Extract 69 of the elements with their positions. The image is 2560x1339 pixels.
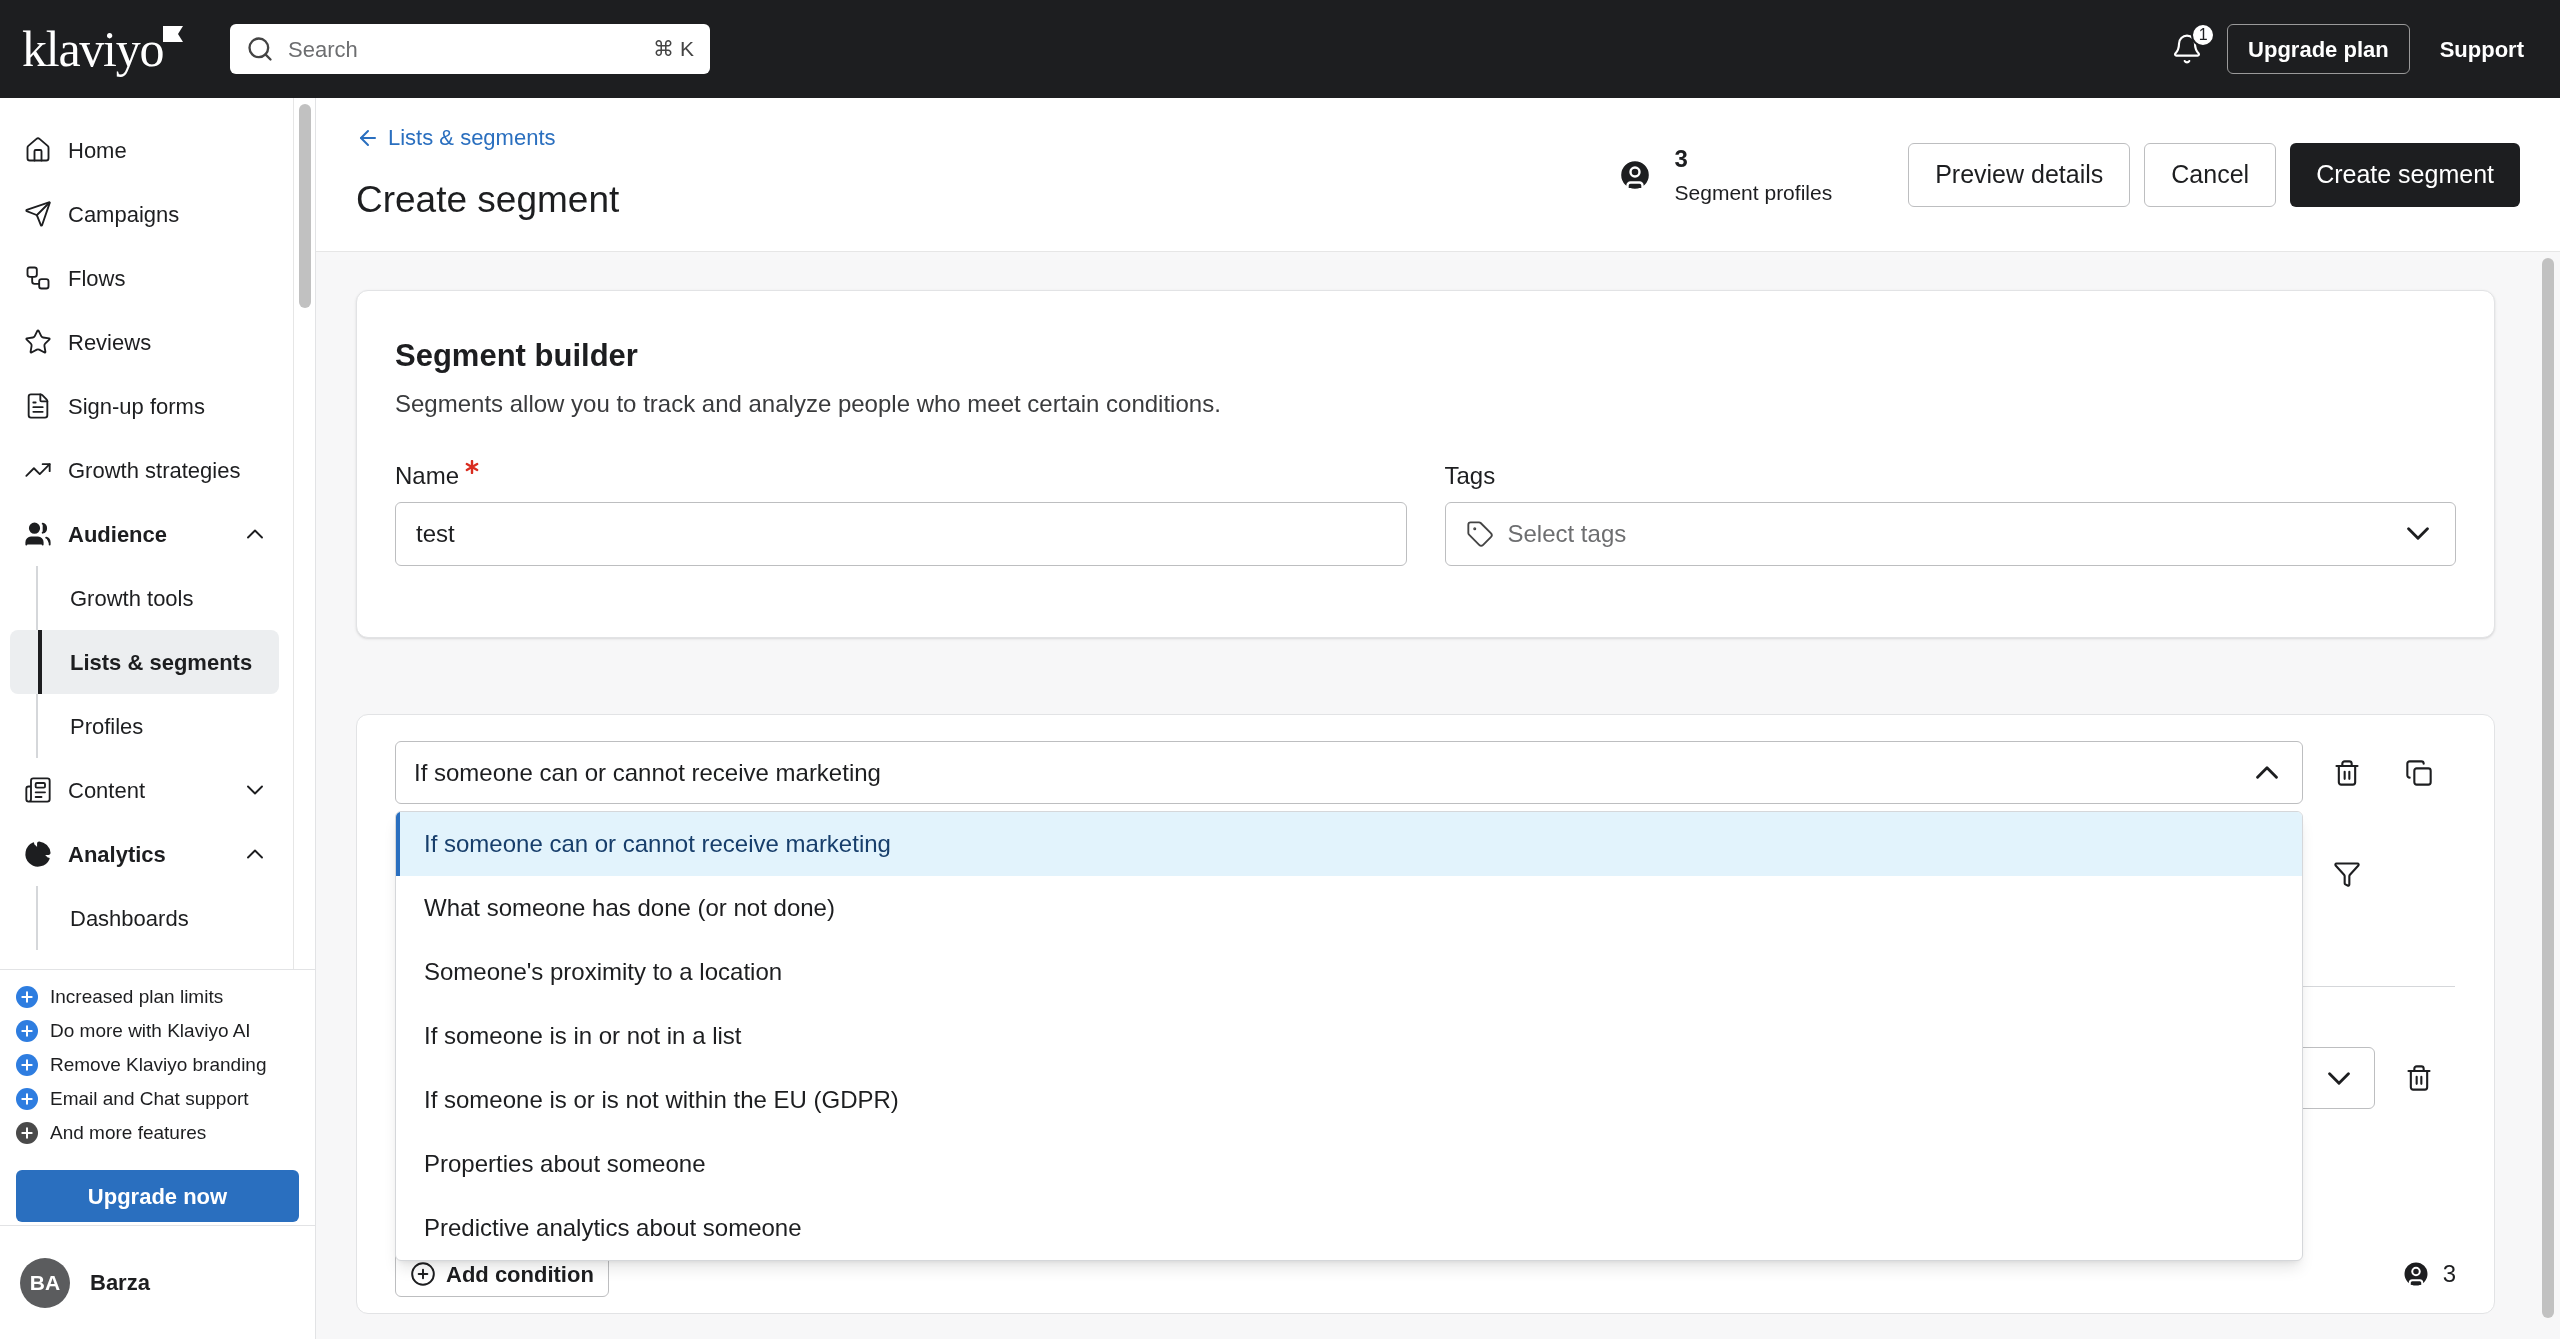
dropdown-option[interactable]: What someone has done (or not done) <box>396 876 2302 940</box>
flow-icon <box>24 264 52 292</box>
header-button[interactable]: Create segment <box>2290 142 2520 207</box>
chevron-down-icon <box>2407 527 2429 540</box>
field-label: Tags <box>1444 461 1496 489</box>
tags-input[interactable]: Select tags <box>1507 515 2393 552</box>
shortcut-hint: ⌘ K <box>653 36 694 63</box>
field-label: Name <box>395 460 460 491</box>
search-field[interactable]: Search ⌘ K <box>230 24 710 74</box>
sidebar-item[interactable]: Home <box>10 118 283 182</box>
tags-select[interactable]: Select tags <box>1444 501 2456 566</box>
sidebar-item[interactable]: Reviews <box>10 310 283 374</box>
page-title: Create segment <box>356 178 621 223</box>
profile-count: 3 <box>1674 143 1689 174</box>
header-button[interactable]: Preview details <box>1908 142 2131 207</box>
scrollbar-thumb[interactable] <box>2541 258 2554 1318</box>
dropdown-option[interactable]: Properties about someone <box>396 1132 2302 1196</box>
sidebar-item[interactable]: Flows <box>10 246 283 310</box>
feature-text: And more features <box>50 1120 207 1145</box>
search-icon <box>246 35 274 63</box>
dropdown-option[interactable]: Someone's proximity to a location <box>396 940 2302 1004</box>
pie-chart-icon <box>24 840 52 868</box>
sidebar-subitem[interactable]: Dashboards <box>10 886 279 950</box>
feature-text: Do more with Klaviyo AI <box>50 1018 251 1043</box>
condition-select[interactable]: If someone can or cannot receive marketing <box>395 741 2303 804</box>
user-name: Barza <box>90 1269 150 1297</box>
card-title: Segment builder <box>395 337 639 375</box>
star-icon <box>24 328 52 356</box>
people-icon <box>24 520 52 548</box>
dropdown-option[interactable]: If someone is in or not in a list <box>396 1004 2302 1068</box>
delete-icon[interactable] <box>2405 1064 2433 1092</box>
back-link[interactable]: Lists & segments <box>356 121 1617 155</box>
search-input[interactable]: Search <box>288 32 640 66</box>
chevron-up-icon <box>2256 766 2278 779</box>
flag-icon <box>163 26 184 42</box>
support-link[interactable]: Support <box>2439 32 2524 66</box>
sidebar-subitem[interactable]: Growth tools <box>10 566 279 630</box>
scrollbar-thumb[interactable] <box>298 104 311 308</box>
card-description: Segments allow you to track and analyze people who meet certain conditions. <box>395 388 1222 419</box>
profile-label: Segment profiles <box>1674 179 1833 206</box>
chevron-down-icon <box>2328 1071 2350 1085</box>
sidebar-item[interactable]: Content <box>10 758 283 822</box>
send-icon <box>24 200 52 228</box>
user-avatar[interactable]: BA <box>20 1257 70 1308</box>
dropdown-option[interactable]: If someone can or cannot receive marketing <box>396 812 2302 876</box>
plus-circle-icon <box>410 1261 436 1287</box>
sidebar-item[interactable]: Growth strategies <box>10 438 283 502</box>
feature-text: Remove Klaviyo branding <box>50 1052 267 1077</box>
notification-badge: 1 <box>2191 23 2216 47</box>
sidebar-item[interactable]: Analytics <box>10 822 283 886</box>
header-button[interactable]: Cancel <box>2144 142 2277 207</box>
upgrade-plan-button[interactable]: Upgrade plan <box>2227 24 2410 74</box>
sidebar-subitem[interactable]: Profiles <box>10 694 279 758</box>
tag-icon <box>1465 519 1494 548</box>
delete-icon[interactable] <box>2333 758 2361 787</box>
condition-count: 3 <box>2442 1259 2456 1289</box>
home-icon <box>24 136 52 164</box>
sidebar-item[interactable]: Sign-up forms <box>10 374 283 438</box>
upgrade-now-button[interactable]: Upgrade now <box>16 1170 299 1222</box>
newspaper-icon <box>24 776 52 804</box>
name-field[interactable]: test <box>395 501 1407 566</box>
feature-text: Email and Chat support <box>50 1086 249 1111</box>
sidebar-item[interactable]: Audience <box>10 502 283 566</box>
sidebar-item[interactable]: Campaigns <box>10 182 283 246</box>
feature-text: Increased plan limits <box>50 984 224 1009</box>
dropdown-option[interactable]: If someone is or is not within the EU (GDPR) <box>396 1068 2302 1132</box>
copy-icon[interactable] <box>2405 758 2433 787</box>
sidebar-subitem[interactable]: Lists & segments <box>10 630 279 694</box>
filter-plus-icon[interactable] <box>2333 860 2361 888</box>
